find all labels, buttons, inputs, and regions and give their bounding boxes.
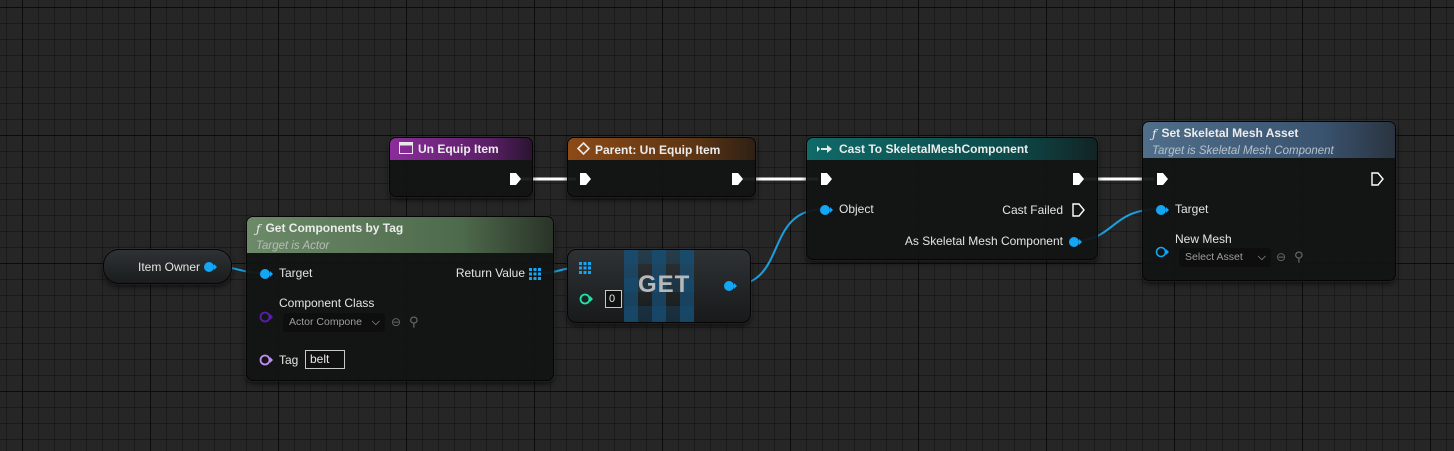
return-value-label: Return Value [455, 266, 525, 280]
index-input-pin[interactable] [579, 293, 593, 305]
target-pin-label: Target [279, 266, 313, 280]
tag-text-input[interactable]: belt [305, 350, 345, 369]
cast-node[interactable]: Cast To SkeletalMeshComponent Object Cas… [806, 137, 1098, 260]
exec-in-pin[interactable] [578, 172, 592, 186]
browse-arrow-icon[interactable]: ⊖ [1276, 250, 1286, 264]
chevron-down-icon: ⌵ [371, 316, 380, 328]
item-owner-output-pin[interactable] [203, 261, 217, 273]
object-pin-label: Object [839, 202, 874, 216]
dropdown-value: Select Asset [1185, 251, 1243, 263]
new-mesh-asset-dropdown[interactable]: Select Asset ⌵ [1179, 248, 1271, 267]
node-header: ƒ Set Skeletal Mesh Asset Target is Skele… [1143, 122, 1395, 158]
node-header: Parent: Un Equip Item [568, 138, 755, 160]
as-skeletal-mesh-pin[interactable] [1068, 236, 1082, 248]
component-class-input-pin[interactable] [259, 311, 273, 323]
exec-in-pin[interactable] [819, 172, 833, 186]
search-icon[interactable]: ⚲ [1294, 249, 1304, 265]
node-title: Get Components by Tag [265, 221, 404, 235]
dropdown-value: Actor Compone [289, 316, 362, 328]
array-get-node[interactable]: GET 0 [567, 249, 751, 323]
item-owner-variable-node[interactable]: Item Owner [103, 249, 232, 284]
function-icon: ƒ [256, 222, 261, 236]
parent-call-icon [576, 141, 591, 158]
node-header: Cast To SkeletalMeshComponent [807, 138, 1097, 160]
exec-out-pin[interactable] [1071, 172, 1085, 186]
tag-pin-label: Tag [279, 353, 299, 367]
node-title: Cast To SkeletalMeshComponent [839, 142, 1029, 156]
new-mesh-pin-label: New Mesh [1175, 232, 1232, 246]
cast-icon [816, 143, 834, 157]
cast-failed-label: Cast Failed [1002, 203, 1063, 217]
exec-in-pin[interactable] [1155, 172, 1169, 186]
cast-failed-exec-pin[interactable] [1071, 203, 1085, 217]
get-label: GET [638, 271, 691, 298]
exec-out-pin[interactable] [508, 172, 522, 186]
component-class-dropdown[interactable]: Actor Compone ⌵ [283, 313, 385, 332]
get-components-by-tag-node[interactable]: ƒ Get Components by Tag Target is Actor T… [246, 216, 554, 381]
target-pin-label: Target [1175, 202, 1209, 216]
function-icon: ƒ [1152, 127, 1157, 141]
component-class-label: Component Class [279, 296, 375, 310]
node-title: Parent: Un Equip Item [595, 143, 721, 157]
node-subtitle: Target is Actor [256, 240, 330, 252]
variable-label: Item Owner [138, 260, 201, 274]
event-node-un-equip-item[interactable]: Un Equip Item [389, 137, 533, 197]
as-skeletal-mesh-label: As Skeletal Mesh Component [904, 234, 1063, 248]
index-input[interactable]: 0 [605, 290, 622, 308]
search-icon[interactable]: ⚲ [409, 314, 419, 330]
array-input-pin[interactable] [579, 262, 591, 274]
exec-out-pin[interactable] [730, 172, 744, 186]
object-input-pin[interactable] [819, 204, 833, 216]
browse-arrow-icon[interactable]: ⊖ [391, 315, 401, 329]
return-value-array-pin[interactable] [529, 268, 541, 280]
tag-input-pin[interactable] [259, 354, 273, 366]
chevron-down-icon: ⌵ [1257, 251, 1266, 263]
node-subtitle: Target is Skeletal Mesh Component [1152, 145, 1334, 157]
node-title: Set Skeletal Mesh Asset [1161, 126, 1299, 140]
node-header: ƒ Get Components by Tag Target is Actor [247, 217, 553, 253]
get-output-pin[interactable] [723, 280, 737, 292]
parent-call-node[interactable]: Parent: Un Equip Item [567, 137, 756, 197]
node-header: Un Equip Item [390, 138, 532, 160]
exec-out-pin[interactable] [1370, 172, 1384, 186]
event-icon [399, 142, 413, 157]
node-title: Un Equip Item [418, 142, 499, 156]
target-input-pin[interactable] [259, 268, 273, 280]
new-mesh-input-pin[interactable] [1155, 246, 1169, 258]
set-skeletal-mesh-asset-node[interactable]: ƒ Set Skeletal Mesh Asset Target is Skele… [1142, 121, 1396, 281]
target-input-pin[interactable] [1155, 204, 1169, 216]
